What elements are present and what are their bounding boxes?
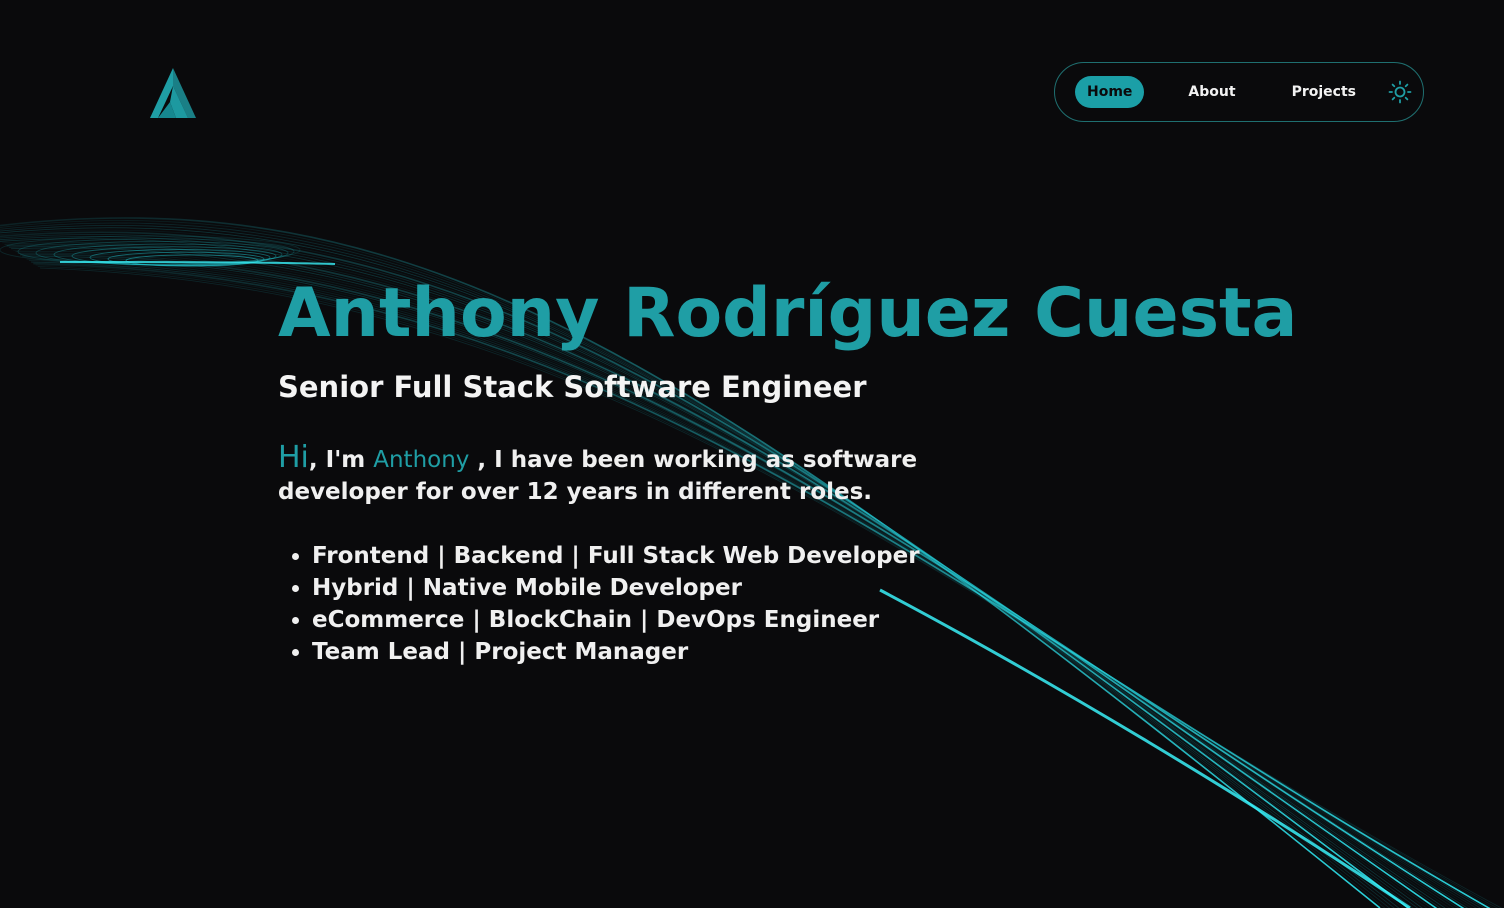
hero-section: Anthony Rodríguez Cuesta Senior Full Sta… bbox=[278, 272, 1378, 668]
site-logo[interactable] bbox=[146, 66, 200, 120]
sun-icon bbox=[1388, 80, 1412, 104]
a-monogram-logo-icon bbox=[150, 68, 196, 118]
theme-toggle-button[interactable] bbox=[1388, 80, 1412, 104]
nav-item-about[interactable]: About bbox=[1176, 76, 1247, 108]
hero-name-heading: Anthony Rodríguez Cuesta bbox=[278, 274, 1298, 353]
list-item: eCommerce | BlockChain | DevOps Engineer bbox=[312, 604, 1378, 636]
list-item: Team Lead | Project Manager bbox=[312, 636, 1378, 668]
list-item: Hybrid | Native Mobile Developer bbox=[312, 572, 1378, 604]
intro-text-part-1: , I'm bbox=[308, 447, 374, 473]
page: Home About Projects Anthony Rodríguez Cu… bbox=[0, 0, 1504, 908]
intro-highlight-name: Anthony bbox=[373, 447, 470, 473]
nav-item-projects[interactable]: Projects bbox=[1280, 76, 1368, 108]
nav-item-home[interactable]: Home bbox=[1075, 76, 1145, 108]
skills-list: Frontend | Backend | Full Stack Web Deve… bbox=[278, 540, 1378, 668]
greeting-text: Hi bbox=[278, 440, 309, 475]
main-navigation: Home About Projects bbox=[1054, 62, 1424, 122]
hero-intro-paragraph: Hi, I'm Anthony , I have been working as… bbox=[278, 442, 1038, 508]
hero-role-subtitle: Senior Full Stack Software Engineer bbox=[278, 370, 867, 404]
list-item: Frontend | Backend | Full Stack Web Deve… bbox=[312, 540, 1378, 572]
